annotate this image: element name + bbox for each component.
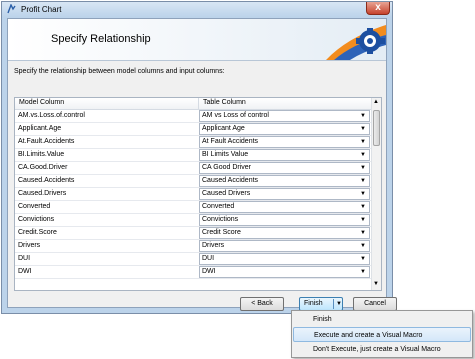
dropdown-arrow-icon[interactable]: ▼	[360, 269, 366, 275]
cancel-button[interactable]: Cancel	[353, 297, 397, 311]
dropdown-arrow-icon[interactable]: ▼	[360, 204, 366, 210]
mapping-grid[interactable]: Model Column Table Column AM.vs.Loss.of.…	[14, 97, 382, 291]
close-button[interactable]: x	[366, 2, 390, 15]
table-column-select[interactable]: AM vs Loss of control ▼	[199, 110, 370, 122]
table-row: Applicant.Age Applicant Age ▼	[15, 123, 371, 136]
dialog-client-area: Specify Relationship Specify the relatio…	[7, 18, 397, 311]
table-row: DWI DWI ▼	[15, 266, 371, 279]
table-column-select[interactable]: DUI ▼	[199, 253, 370, 265]
vertical-scrollbar[interactable]: ▲ ▼	[371, 98, 381, 290]
table-column-select[interactable]: Convictions ▼	[199, 214, 370, 226]
table-column-select[interactable]: Caused Accidents ▼	[199, 175, 370, 187]
scroll-down-icon[interactable]: ▼	[373, 281, 379, 287]
dropdown-arrow-icon[interactable]: ▼	[360, 243, 366, 249]
column-header-model[interactable]: Model Column	[19, 99, 64, 106]
column-divider[interactable]	[198, 98, 199, 109]
cancel-button-label: Cancel	[364, 300, 386, 307]
page-title: Specify Relationship	[51, 33, 151, 45]
model-column-cell: DWI	[18, 268, 32, 275]
window-title: Profit Chart	[21, 5, 62, 14]
table-column-select[interactable]: Drivers ▼	[199, 240, 370, 252]
menu-item-execute-and-create-macro[interactable]: Execute and create a Visual Macro	[293, 327, 471, 342]
table-row: AM.vs.Loss.of.control AM vs Loss of cont…	[15, 110, 371, 123]
table-column-select[interactable]: BI Limits Value ▼	[199, 149, 370, 161]
finish-dropdown-menu: Finish Execute and create a Visual Macro…	[291, 310, 473, 358]
dialog-window: Profit Chart x Specify Relationship Spec…	[1, 1, 397, 314]
model-column-cell: DUI	[18, 255, 31, 262]
close-icon: x	[375, 2, 381, 13]
table-row: DUI DUI ▼	[15, 253, 371, 266]
table-column-select[interactable]: Converted ▼	[199, 201, 370, 213]
table-column-select[interactable]: Caused Drivers ▼	[199, 188, 370, 200]
model-column-cell: Drivers	[18, 242, 41, 249]
back-button-label: Back	[257, 300, 273, 307]
model-column-cell: CA.Good.Driver	[18, 164, 68, 171]
menu-item-create-macro-only[interactable]: Don't Execute, just create a Visual Macr…	[293, 342, 471, 357]
dropdown-arrow-icon[interactable]: ▼	[360, 126, 366, 132]
table-column-select[interactable]: Credit Score ▼	[199, 227, 370, 239]
model-column-cell: At.Fault.Accidents	[18, 138, 75, 145]
table-column-select[interactable]: DWI ▼	[199, 266, 370, 278]
wizard-header: Specify Relationship	[8, 19, 386, 61]
table-column-select[interactable]: CA Good Driver ▼	[199, 162, 370, 174]
dropdown-arrow-icon[interactable]: ▼	[360, 113, 366, 119]
model-column-cell: Credit.Score	[18, 229, 57, 236]
dropdown-arrow-icon[interactable]: ▼	[360, 139, 366, 145]
menu-item-finish[interactable]: Finish	[293, 312, 471, 327]
table-row: Caused.Drivers Caused Drivers ▼	[15, 188, 371, 201]
table-row: Drivers Drivers ▼	[15, 240, 371, 253]
model-column-cell: Convictions	[18, 216, 55, 223]
grid-header: Model Column Table Column	[15, 98, 371, 110]
table-row: Caused.Accidents Caused Accidents ▼	[15, 175, 371, 188]
table-row: CA.Good.Driver CA Good Driver ▼	[15, 162, 371, 175]
finish-button-label[interactable]: Finish	[304, 298, 323, 310]
app-icon	[7, 4, 16, 14]
table-row: At.Fault.Accidents At Fault Accidents ▼	[15, 136, 371, 149]
model-column-cell: AM.vs.Loss.of.control	[18, 112, 85, 119]
table-row: Credit.Score Credit Score ▼	[15, 227, 371, 240]
finish-split-button[interactable]: Finish ▼	[299, 297, 343, 311]
scroll-up-icon[interactable]: ▲	[373, 99, 379, 105]
dropdown-arrow-icon[interactable]: ▼	[360, 256, 366, 262]
dropdown-arrow-icon[interactable]: ▼	[360, 178, 366, 184]
model-column-cell: Caused.Drivers	[18, 190, 67, 197]
dropdown-arrow-icon[interactable]: ▼	[336, 298, 342, 310]
dropdown-arrow-icon[interactable]: ▼	[360, 165, 366, 171]
model-column-cell: Applicant.Age	[18, 125, 62, 132]
logo-graphic	[326, 25, 386, 60]
back-button[interactable]: < Back	[240, 297, 284, 311]
instructions-text: Specify the relationship between model c…	[14, 68, 225, 75]
table-column-select[interactable]: Applicant Age ▼	[199, 123, 370, 135]
split-divider	[333, 299, 334, 309]
scrollbar-thumb[interactable]	[373, 110, 380, 146]
table-column-select[interactable]: At Fault Accidents ▼	[199, 136, 370, 148]
dropdown-arrow-icon[interactable]: ▼	[360, 230, 366, 236]
title-bar[interactable]: Profit Chart x	[2, 2, 392, 17]
dropdown-arrow-icon[interactable]: ▼	[360, 217, 366, 223]
table-row: Convictions Convictions ▼	[15, 214, 371, 227]
table-row: Converted Converted ▼	[15, 201, 371, 214]
model-column-cell: Converted	[18, 203, 51, 210]
model-column-cell: BI.Limits.Value	[18, 151, 65, 158]
table-row: BI.Limits.Value BI Limits Value ▼	[15, 149, 371, 162]
model-column-cell: Caused.Accidents	[18, 177, 75, 184]
dropdown-arrow-icon[interactable]: ▼	[360, 191, 366, 197]
column-header-table[interactable]: Table Column	[203, 99, 246, 106]
dropdown-arrow-icon[interactable]: ▼	[360, 152, 366, 158]
